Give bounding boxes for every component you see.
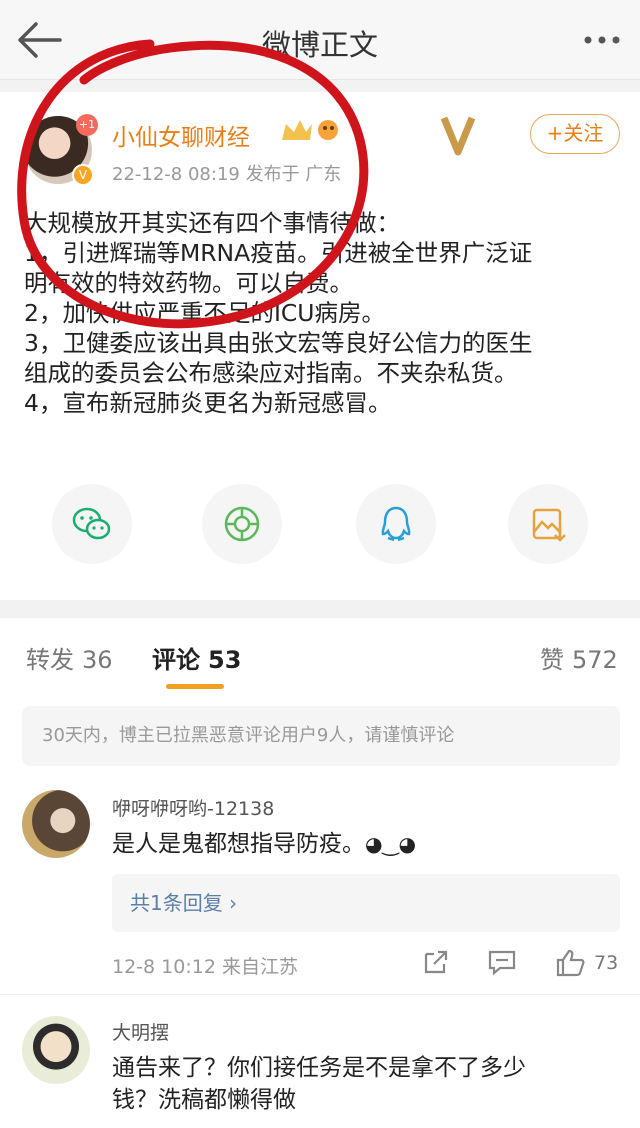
post-line: 4，宣布新冠肺炎更名为新冠感冒。 [24,389,392,417]
comment-author[interactable]: 大明摆 [112,1018,169,1045]
comment-divider [0,994,640,995]
comment-avatar[interactable] [22,1016,90,1084]
follow-button[interactable]: +关注 [530,114,620,154]
comment-tabs: 转发 36 评论 53 赞 572 [0,618,640,694]
tab-like-count: 572 [572,646,618,674]
brand-v-badge [440,112,530,158]
tab-like-label: 赞 [540,646,564,674]
comment-text-line: 钱？洗稿都懒得做 [112,1087,296,1113]
share-icon[interactable] [420,948,450,976]
share-qq-button[interactable] [356,484,436,564]
comment-text: 通告来了？你们接任务是不是拿不了多少 钱？洗稿都懒得做 [112,1052,622,1116]
active-tab-indicator [166,684,224,689]
share-moments-button[interactable] [202,484,282,564]
wechat-icon [72,507,111,540]
moments-icon [224,506,260,542]
comment-text-line: 通告来了？你们接任务是不是拿不了多少 [112,1055,526,1081]
post-line: 大规模放开其实还有四个事情待做： [24,209,400,237]
more-dots-icon[interactable] [580,20,624,60]
post-line: 明有效的特效药物。可以自费。 [24,269,353,297]
comment-like-count: 73 [594,952,619,974]
comment-meta: 12-8 10:12 来自江苏 [112,956,298,978]
share-row [0,484,640,584]
save-image-button[interactable] [508,484,588,564]
top-nav-bar: 微博正文 [0,0,640,80]
block-notice: 30天内，博主已拉黑恶意评论用户9人，请谨慎评论 [22,706,620,766]
post-line: 3，卫健委应该出具由张文宏等良好公信力的医生 [24,329,533,357]
tab-comment[interactable]: 评论 53 [152,640,241,675]
comment-text-content: 是人是鬼都想指导防疫。 [112,831,365,857]
brand-v-icon [440,116,476,156]
emoji-icon: ◕‿◕ [365,832,416,856]
comment-text: 是人是鬼都想指导防疫。◕‿◕ [112,828,416,860]
view-replies-button[interactable]: 共1条回复 › [112,874,620,932]
tab-repost-label: 转发 [26,646,74,674]
post-card: +1 V 小仙女聊财经 22-12-8 08:19 发布于 广东 +关注 大规模… [0,92,640,600]
post-line: 组成的委员会公布感染应对指南。不夹杂私货。 [24,359,518,387]
qq-icon [381,506,411,542]
weibo-post-page: { "nav": { "title": "微博正文", "back_icon":… [0,0,640,1128]
crown-decoration-icon [282,120,338,140]
tab-comment-label: 评论 [152,646,200,674]
tab-comment-count: 53 [208,646,242,674]
like-icon[interactable] [554,948,586,978]
post-username[interactable]: 小仙女聊财经 [112,118,250,152]
comments-section: 30天内，博主已拉黑恶意评论用户9人，请谨慎评论 咿呀咿呀哟-12138 是人是… [0,694,640,1128]
save-image-icon [532,508,566,542]
post-meta: 22-12-8 08:19 发布于 广东 [112,164,342,185]
post-line: 1，引进辉瑞等MRNA疫苗。引进被全世界广泛证 [24,239,533,267]
comment-icon[interactable] [486,948,518,976]
share-wechat-button[interactable] [52,484,132,564]
tab-like[interactable]: 赞 572 [540,640,618,675]
comment-avatar[interactable] [22,790,90,858]
avatar-plus-badge: +1 [76,114,98,136]
post-line: 2，加快供应严重不足的ICU病房。 [24,299,385,327]
verified-badge: V [72,164,94,186]
page-title: 微博正文 [261,28,378,62]
tab-repost[interactable]: 转发 36 [26,640,113,675]
tab-repost-count: 36 [82,646,113,674]
post-content: 大规模放开其实还有四个事情待做： 1，引进辉瑞等MRNA疫苗。引进被全世界广泛证… [24,208,624,418]
comment-author[interactable]: 咿呀咿呀哟-12138 [112,794,274,821]
